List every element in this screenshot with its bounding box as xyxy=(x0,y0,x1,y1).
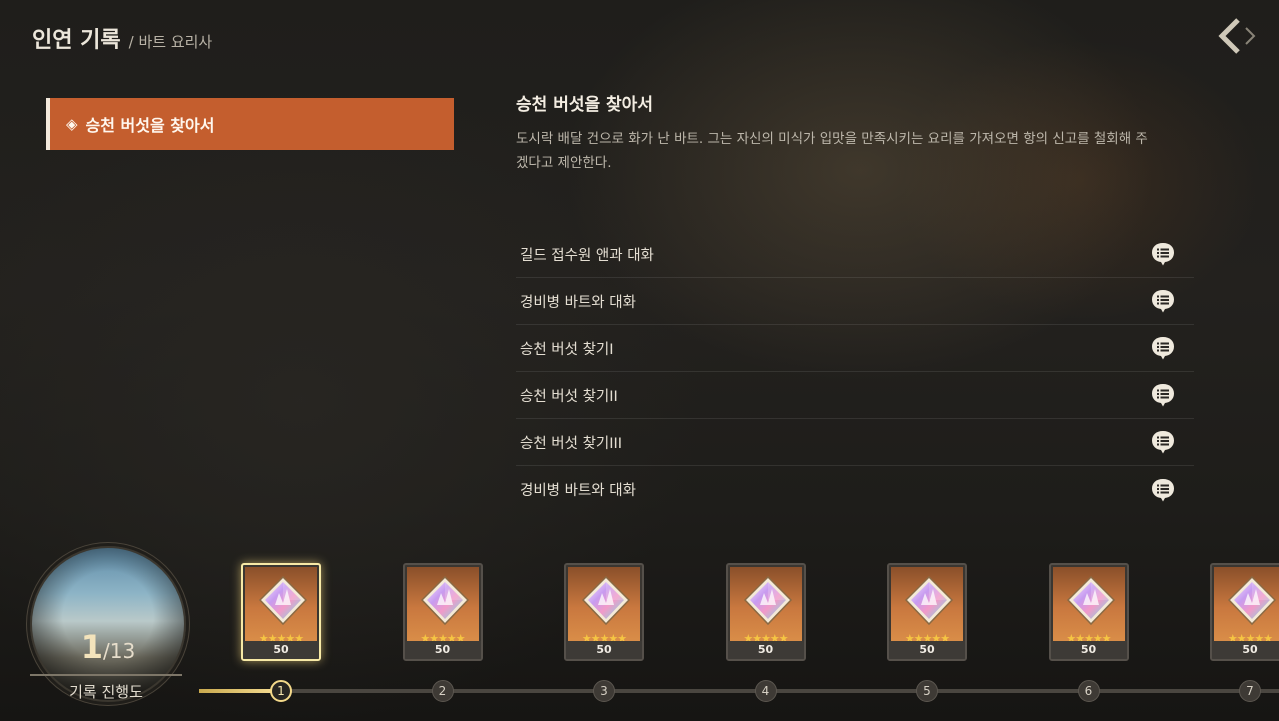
quest-step-label: 승천 버섯 찾기I xyxy=(520,341,614,358)
quest-step[interactable]: 길드 접수원 앤과 대화 xyxy=(516,231,1194,278)
timeline-node[interactable]: 6 xyxy=(1077,680,1100,702)
chat-bubble-icon[interactable] xyxy=(1150,335,1176,361)
reward-quantity: 50 xyxy=(566,641,642,659)
medal-divider xyxy=(30,674,182,676)
reward-card-art: ★★★★★ xyxy=(568,567,640,645)
timeline-node[interactable]: 2 xyxy=(431,680,454,702)
reward-quantity: 50 xyxy=(404,641,481,659)
crystal-gem-icon xyxy=(580,575,632,627)
quest-step[interactable]: 경비병 바트와 대화 xyxy=(516,466,1194,513)
quest-step[interactable]: 승천 버섯 찾기I xyxy=(516,325,1194,372)
quest-step[interactable]: 승천 버섯 찾기III xyxy=(516,419,1194,466)
medal-image xyxy=(30,546,186,702)
reward-quantity: 50 xyxy=(889,641,965,659)
reward-quantity: 50 xyxy=(1050,641,1127,659)
timeline-node[interactable]: 1 xyxy=(270,680,292,702)
crystal-gem-icon xyxy=(1226,575,1278,627)
diamond-icon: ◈ xyxy=(66,115,78,133)
timeline-node[interactable]: 3 xyxy=(593,680,615,702)
page-subtitle: / 바트 요리사 xyxy=(128,33,213,51)
quest-step[interactable]: 승천 버섯 찾기II xyxy=(516,372,1194,419)
timeline-track xyxy=(199,689,1279,693)
quest-step-label: 경비병 바트와 대화 xyxy=(520,294,636,311)
timeline-track-fill xyxy=(199,689,279,693)
quest-detail: 승천 버섯을 찾아서 도시락 배달 건으로 화가 난 바트. 그는 자신의 미식… xyxy=(516,90,1196,175)
reward-card[interactable]: ★★★★★ 50 xyxy=(1210,563,1279,661)
progress-current: 1 xyxy=(80,628,104,666)
quest-detail-description: 도시락 배달 건으로 화가 난 바트. 그는 자신의 미식가 입맛을 만족시키는… xyxy=(516,131,1148,171)
reward-card[interactable]: ★★★★★ 50 xyxy=(402,563,483,661)
crystal-gem-icon xyxy=(903,575,955,627)
chat-bubble-icon[interactable] xyxy=(1150,288,1176,314)
back-arrow-icon xyxy=(1218,18,1256,54)
breadcrumb: 인연 기록 / 바트 요리사 xyxy=(32,22,212,54)
crystal-gem-icon xyxy=(742,575,794,627)
crystal-gem-icon xyxy=(1065,575,1117,627)
crystal-gem-icon xyxy=(257,575,309,627)
progress-total: /13 xyxy=(103,639,136,663)
timeline-node[interactable]: 5 xyxy=(916,680,938,702)
reward-card[interactable]: ★★★★★ 50 xyxy=(241,563,321,661)
progress-count: 1/13 xyxy=(30,628,186,666)
quest-detail-title: 승천 버섯을 찾아서 xyxy=(516,95,653,115)
page-title: 인연 기록 xyxy=(32,28,121,53)
reward-card-art: ★★★★★ xyxy=(406,567,479,645)
chat-bubble-icon[interactable] xyxy=(1150,477,1176,503)
quest-tab-selected[interactable]: ◈ 승천 버섯을 찾아서 xyxy=(46,98,454,150)
reward-card-art: ★★★★★ xyxy=(1052,567,1125,645)
back-button[interactable] xyxy=(1216,16,1260,60)
reward-card[interactable]: ★★★★★ 50 xyxy=(1048,563,1129,661)
timeline-node[interactable]: 4 xyxy=(754,680,777,702)
chat-bubble-icon[interactable] xyxy=(1150,382,1176,408)
quest-steps-list: 길드 접수원 앤과 대화 경비병 바트와 대화 승천 버섯 찾기I 승천 버섯 찾기I… xyxy=(516,231,1194,513)
reward-card-art: ★★★★★ xyxy=(1214,567,1279,645)
progress-label: 기록 진행도 xyxy=(69,683,143,701)
reward-card-art: ★★★★★ xyxy=(245,567,317,645)
reward-card[interactable]: ★★★★★ 50 xyxy=(887,563,967,661)
crystal-gem-icon xyxy=(419,575,471,627)
quest-step-label: 승천 버섯 찾기III xyxy=(520,435,623,452)
chat-bubble-icon[interactable] xyxy=(1150,241,1176,267)
timeline-node[interactable]: 7 xyxy=(1239,680,1261,702)
reward-quantity: 50 xyxy=(243,641,319,659)
quest-step-label: 경비병 바트와 대화 xyxy=(520,483,636,499)
quest-tab-label: 승천 버섯을 찾아서 xyxy=(85,116,215,135)
quest-step-label: 길드 접수원 앤과 대화 xyxy=(520,247,654,264)
reward-card[interactable]: ★★★★★ 50 xyxy=(564,563,644,661)
chat-bubble-icon[interactable] xyxy=(1150,429,1176,455)
reward-quantity: 50 xyxy=(1212,641,1279,659)
reward-quantity: 50 xyxy=(727,641,804,659)
quest-step-label: 승천 버섯 찾기II xyxy=(520,388,618,405)
reward-card-art: ★★★★★ xyxy=(729,567,802,645)
quest-step[interactable]: 경비병 바트와 대화 xyxy=(516,278,1194,325)
reward-card[interactable]: ★★★★★ 50 xyxy=(725,563,806,661)
reward-card-art: ★★★★★ xyxy=(891,567,963,645)
